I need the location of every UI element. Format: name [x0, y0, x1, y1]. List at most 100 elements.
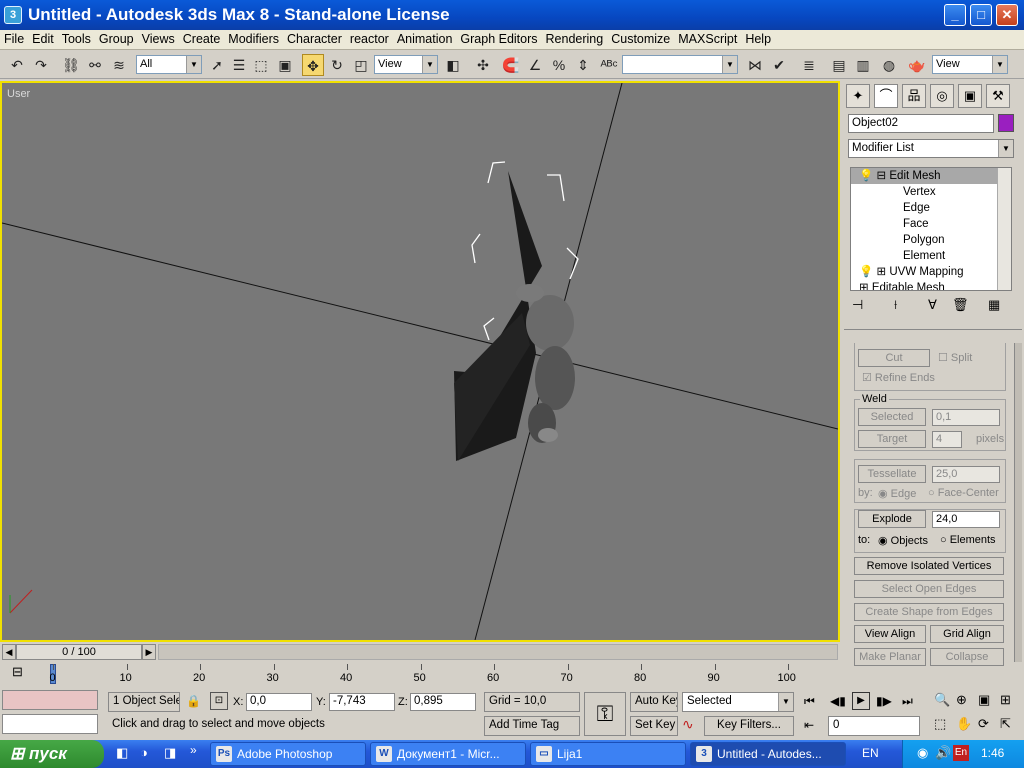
- stack-item-polygon[interactable]: Polygon: [851, 232, 1011, 248]
- key-filters-button[interactable]: Key Filters...: [704, 716, 794, 736]
- bind-space-warp-icon[interactable]: ≋: [108, 54, 130, 76]
- set-key-button[interactable]: Set Key: [630, 716, 678, 736]
- unlink-icon[interactable]: ⚯: [84, 54, 106, 76]
- stack-item-edge[interactable]: Edge: [851, 200, 1011, 216]
- close-button[interactable]: ✕: [996, 4, 1018, 26]
- motion-tab-icon[interactable]: ◎: [930, 84, 954, 108]
- display-tab-icon[interactable]: ▣: [958, 84, 982, 108]
- hierarchy-tab-icon[interactable]: 品: [902, 84, 926, 108]
- stack-item-uvw-mapping[interactable]: 💡 ⊞ UVW Mapping: [851, 264, 1011, 280]
- undo-icon[interactable]: ↶: [6, 54, 28, 76]
- pivot-center-icon[interactable]: ◧: [442, 54, 464, 76]
- tessellate-button[interactable]: Tessellate: [858, 465, 926, 483]
- percent-snap-icon[interactable]: %: [548, 54, 570, 76]
- object-name-field[interactable]: Object02: [848, 114, 994, 133]
- maxscript-listener-mini[interactable]: [2, 690, 98, 710]
- refine-ends-checkbox[interactable]: ☑ Refine Ends: [862, 371, 935, 384]
- remove-modifier-icon[interactable]: 🗑: [952, 297, 969, 313]
- play-icon[interactable]: ▶: [852, 692, 870, 710]
- pan-view-icon[interactable]: ✋: [956, 716, 972, 732]
- stack-scrollbar[interactable]: [997, 168, 1011, 290]
- stack-item-vertex[interactable]: Vertex: [851, 184, 1011, 200]
- modifier-stack[interactable]: 💡 ⊟ Edit Mesh Vertex Edge Face Polygon E…: [850, 167, 1012, 291]
- mirror-icon[interactable]: ⋈: [744, 54, 766, 76]
- select-and-link-icon[interactable]: ⛓: [60, 54, 82, 76]
- task-folder-lija1[interactable]: ▭ Lija1: [530, 742, 686, 766]
- show-end-result-icon[interactable]: ⟊: [894, 297, 897, 313]
- create-shape-from-edges-button[interactable]: Create Shape from Edges: [854, 603, 1004, 621]
- volume-icon[interactable]: 🔊: [935, 745, 951, 761]
- zoom-extents-all-icon[interactable]: ⊞: [1000, 692, 1011, 708]
- tray-icon[interactable]: ◉: [917, 745, 928, 761]
- current-frame-field[interactable]: 0: [828, 716, 920, 736]
- lightbulb-icon[interactable]: 💡: [859, 266, 873, 278]
- menu-graph-editors[interactable]: Graph Editors: [456, 30, 541, 46]
- mini-curve-editor-icon[interactable]: ⊟: [12, 664, 23, 680]
- weld-threshold-spinner[interactable]: 0,1: [932, 409, 1000, 426]
- by-face-center-radio[interactable]: ○ Face-Center: [928, 487, 999, 499]
- next-frame-icon[interactable]: ▶: [142, 644, 156, 660]
- task-adobe-photoshop[interactable]: Ps Adobe Photoshop: [210, 742, 366, 766]
- make-unique-icon[interactable]: ∀: [928, 297, 937, 313]
- weld-selected-button[interactable]: Selected: [858, 408, 926, 426]
- render-type-dropdown[interactable]: View ▼: [932, 55, 1008, 74]
- menu-modifiers[interactable]: Modifiers: [224, 30, 283, 46]
- edit-named-selections-icon[interactable]: ᴬᴮᶜ: [598, 54, 620, 76]
- stack-item-face[interactable]: Face: [851, 216, 1011, 232]
- menu-group[interactable]: Group: [95, 30, 138, 46]
- previous-frame-icon[interactable]: ◀▮: [830, 694, 846, 708]
- quicklaunch-expand-icon[interactable]: »: [190, 743, 197, 757]
- track-bar[interactable]: ⊟ 0 10 20 30 40 50 60 70 80 90 100: [0, 662, 840, 688]
- menu-tools[interactable]: Tools: [58, 30, 95, 46]
- menu-views[interactable]: Views: [138, 30, 179, 46]
- viewport-user[interactable]: User: [0, 81, 840, 642]
- language-indicator[interactable]: EN: [862, 746, 879, 760]
- app-icon[interactable]: 3: [4, 6, 22, 24]
- window-crossing-icon[interactable]: ▣: [274, 54, 296, 76]
- menu-help[interactable]: Help: [741, 30, 775, 46]
- quicklaunch-icon[interactable]: ◨: [164, 745, 176, 761]
- x-coordinate-field[interactable]: 0,0: [246, 693, 312, 711]
- add-time-tag-button[interactable]: Add Time Tag: [484, 716, 580, 736]
- select-and-scale-icon[interactable]: ◰: [350, 54, 372, 76]
- lock-selection-icon[interactable]: 🔒: [186, 694, 201, 708]
- stack-item-element[interactable]: Element: [851, 248, 1011, 264]
- stack-item-edit-mesh[interactable]: 💡 ⊟ Edit Mesh: [851, 168, 1011, 184]
- default-tangent-icon[interactable]: ∿: [682, 716, 694, 733]
- z-coordinate-field[interactable]: 0,895: [410, 693, 476, 711]
- align-icon[interactable]: ✔: [768, 54, 790, 76]
- reference-coordinate-dropdown[interactable]: View ▼: [374, 55, 438, 74]
- menu-reactor[interactable]: reactor: [346, 30, 393, 46]
- select-open-edges-button[interactable]: Select Open Edges: [854, 580, 1004, 598]
- time-slider[interactable]: ◀ 0 / 100 ▶: [0, 642, 840, 662]
- prev-frame-icon[interactable]: ◀: [2, 644, 16, 660]
- angle-snap-icon[interactable]: ∠: [524, 54, 546, 76]
- pin-stack-icon[interactable]: ⊣: [852, 297, 863, 313]
- configure-modifier-sets-icon[interactable]: ▦: [988, 297, 1000, 313]
- zoom-all-icon[interactable]: ⊕: [956, 692, 967, 708]
- key-mode-dropdown[interactable]: Selected ▼: [682, 692, 794, 712]
- select-object-icon[interactable]: ➚: [206, 54, 228, 76]
- utilities-tab-icon[interactable]: ⚒: [986, 84, 1010, 108]
- snap-toggle-icon[interactable]: 🧲: [500, 54, 522, 76]
- split-checkbox[interactable]: ☐ Split: [938, 351, 972, 364]
- to-objects-radio[interactable]: ◉ Objects: [878, 534, 928, 547]
- panel-scrollbar[interactable]: [1014, 343, 1022, 662]
- next-frame-icon[interactable]: ▮▶: [876, 694, 892, 708]
- cut-button[interactable]: Cut: [858, 349, 930, 367]
- menu-customize[interactable]: Customize: [607, 30, 674, 46]
- tessellate-tension-spinner[interactable]: 25,0: [932, 466, 1000, 483]
- go-to-end-icon[interactable]: ⏭: [902, 694, 913, 709]
- explode-button[interactable]: Explode: [858, 510, 926, 528]
- redo-icon[interactable]: ↷: [30, 54, 52, 76]
- curve-editor-icon[interactable]: ▤: [828, 54, 850, 76]
- lightbulb-icon[interactable]: 💡: [859, 170, 873, 182]
- menu-edit[interactable]: Edit: [28, 30, 58, 46]
- view-align-button[interactable]: View Align: [854, 625, 926, 643]
- set-key-icon[interactable]: ⚿: [584, 692, 626, 736]
- render-scene-icon[interactable]: 🫖: [906, 54, 928, 76]
- object-color-swatch[interactable]: [998, 114, 1014, 132]
- grid-align-button[interactable]: Grid Align: [930, 625, 1004, 643]
- manipulate-icon[interactable]: ✣: [472, 54, 494, 76]
- to-elements-radio[interactable]: ○ Elements: [940, 534, 996, 546]
